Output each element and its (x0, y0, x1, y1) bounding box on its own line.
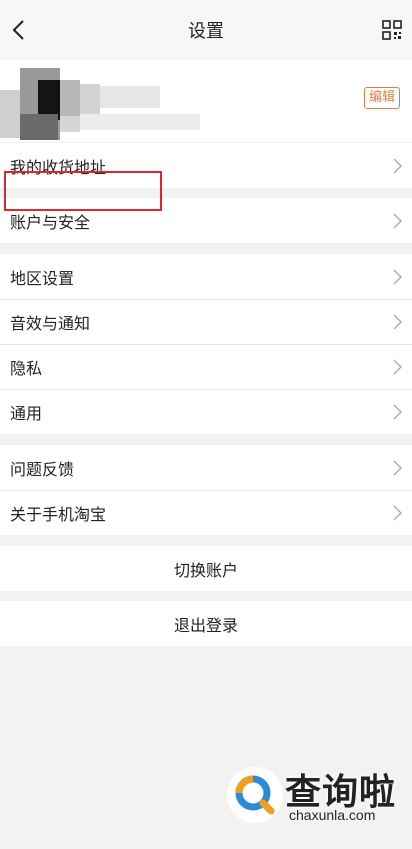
menu-item-label: 关于手机淘宝 (10, 504, 107, 524)
menu-item-label: 音效与通知 (10, 313, 91, 333)
logout-label: 退出登录 (173, 615, 238, 635)
group-support: 问题反馈 关于手机淘宝 (0, 445, 412, 535)
back-arrow-icon[interactable] (10, 18, 32, 42)
chevron-right-icon (393, 269, 402, 284)
menu-item-feedback[interactable]: 问题反馈 (0, 445, 412, 490)
menu-item-label: 地区设置 (10, 268, 75, 288)
menu-item-label: 隐私 (10, 358, 43, 378)
menu-item-account-security[interactable]: 账户与安全 (0, 198, 412, 243)
chevron-right-icon (393, 213, 402, 228)
chevron-right-icon (393, 158, 402, 173)
group-preferences: 地区设置 音效与通知 隐私 通用 (0, 254, 412, 434)
profile-card[interactable]: 编辑 (0, 60, 412, 142)
menu-item-label: 账户与安全 (10, 212, 91, 232)
watermark: 查询啦 chaxunla.com (227, 761, 402, 831)
menu-item-label: 通用 (10, 403, 43, 423)
menu-item-label: 问题反馈 (10, 459, 75, 479)
watermark-url: chaxunla.com (289, 807, 376, 823)
qr-code-icon[interactable] (382, 20, 402, 40)
page-title: 设置 (188, 21, 224, 42)
chevron-right-icon (393, 359, 402, 374)
logout-button[interactable]: 退出登录 (0, 601, 412, 646)
chevron-right-icon (393, 460, 402, 475)
menu-item-sound-notification[interactable]: 音效与通知 (0, 299, 412, 344)
menu-item-general[interactable]: 通用 (0, 389, 412, 434)
menu-item-privacy[interactable]: 隐私 (0, 344, 412, 389)
menu-item-address[interactable]: 我的收货地址 (0, 143, 412, 188)
chevron-right-icon (393, 505, 402, 520)
chevron-right-icon (393, 314, 402, 329)
menu-item-region[interactable]: 地区设置 (0, 254, 412, 299)
switch-account-label: 切换账户 (173, 560, 238, 580)
menu-item-about[interactable]: 关于手机淘宝 (0, 490, 412, 535)
group-account: 账户与安全 (0, 198, 412, 243)
nav-bar: 设置 (0, 0, 412, 60)
chevron-right-icon (393, 404, 402, 419)
menu-item-label: 我的收货地址 (10, 157, 107, 177)
switch-account-button[interactable]: 切换账户 (0, 546, 412, 591)
magnifier-logo-icon (227, 767, 283, 823)
group-address: 我的收货地址 (0, 143, 412, 188)
edit-button[interactable]: 编辑 (363, 87, 400, 109)
